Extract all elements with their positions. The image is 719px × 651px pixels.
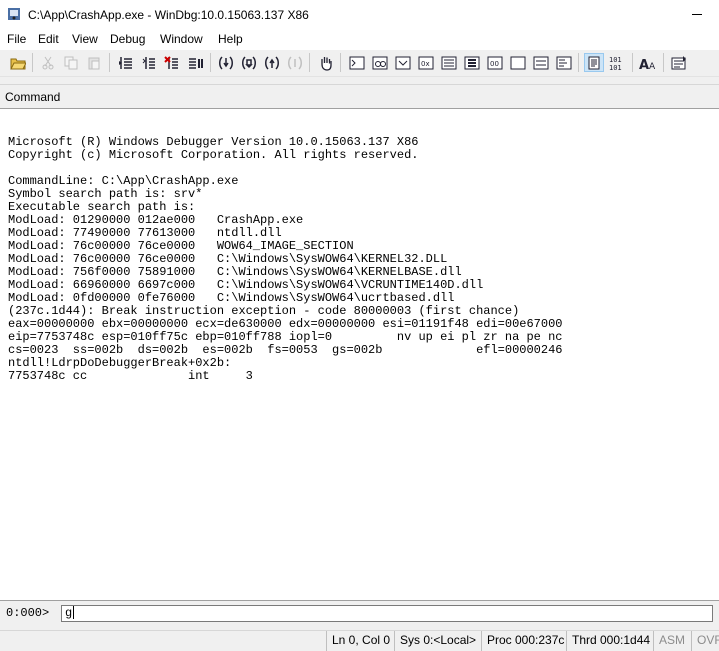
command-window-icon[interactable] bbox=[347, 53, 367, 72]
command-window-header: Command bbox=[0, 84, 719, 109]
options-icon[interactable] bbox=[669, 53, 689, 72]
windbg-app-icon bbox=[8, 8, 20, 20]
svg-text:A: A bbox=[649, 62, 656, 71]
svg-text:101: 101 bbox=[609, 56, 622, 64]
cut-icon[interactable] bbox=[38, 53, 58, 72]
font-icon[interactable]: AA bbox=[638, 53, 658, 72]
status-bar: Ln 0, Col 0 Sys 0:<Local> Proc 000:237c … bbox=[0, 630, 719, 651]
window-title: C:\App\CrashApp.exe - WinDbg:10.0.15063.… bbox=[28, 8, 309, 22]
source-mode-icon[interactable] bbox=[584, 53, 604, 72]
locals-window-icon[interactable] bbox=[393, 53, 413, 72]
hex-display-icon[interactable]: 101 101 bbox=[607, 53, 627, 72]
toolbar: 0x 00 101 101 AA bbox=[0, 50, 719, 77]
text-caret bbox=[73, 606, 75, 620]
restart-icon[interactable] bbox=[116, 53, 136, 72]
svg-text:101: 101 bbox=[609, 64, 622, 71]
paste-icon[interactable] bbox=[84, 53, 104, 72]
minimize-button[interactable] bbox=[684, 5, 714, 25]
call-stack-window-icon[interactable] bbox=[462, 53, 482, 72]
command-input-value: g bbox=[65, 606, 73, 620]
title-bar: C:\App\CrashApp.exe - WinDbg:10.0.15063.… bbox=[0, 0, 719, 30]
break-icon[interactable] bbox=[185, 53, 205, 72]
hand-icon[interactable] bbox=[316, 53, 336, 72]
command-input[interactable]: g bbox=[61, 605, 713, 622]
command-input-row: 0:000> g bbox=[0, 604, 719, 624]
processes-threads-icon[interactable] bbox=[531, 53, 551, 72]
disassembly-window-icon[interactable]: 00 bbox=[485, 53, 505, 72]
status-thrd: Thrd 000:1d44 bbox=[566, 631, 655, 651]
menu-bar: File Edit View Debug Window Help bbox=[0, 30, 719, 50]
command-output-pane[interactable]: Microsoft (R) Windows Debugger Version 1… bbox=[0, 108, 719, 601]
stop-debugging-icon[interactable] bbox=[139, 53, 159, 72]
svg-text:0x: 0x bbox=[421, 60, 430, 68]
open-icon[interactable] bbox=[8, 53, 28, 72]
command-prompt: 0:000> bbox=[6, 606, 50, 620]
menu-help[interactable]: Help bbox=[217, 32, 244, 46]
memory-window-icon[interactable] bbox=[439, 53, 459, 72]
scratch-pad-icon[interactable] bbox=[508, 53, 528, 72]
status-ovr: OVR bbox=[691, 631, 719, 651]
command-output-text: Microsoft (R) Windows Debugger Version 1… bbox=[8, 135, 563, 383]
copy-icon[interactable] bbox=[61, 53, 81, 72]
status-asm: ASM bbox=[653, 631, 690, 651]
run-to-cursor-icon[interactable] bbox=[285, 53, 305, 72]
svg-text:A: A bbox=[639, 58, 649, 71]
menu-file[interactable]: File bbox=[6, 32, 27, 46]
menu-edit[interactable]: Edit bbox=[37, 32, 60, 46]
command-window-title: Command bbox=[5, 90, 61, 104]
status-sys: Sys 0:<Local> bbox=[394, 631, 481, 651]
menu-window[interactable]: Window bbox=[159, 32, 204, 46]
step-into-icon[interactable] bbox=[216, 53, 236, 72]
watch-window-icon[interactable] bbox=[370, 53, 390, 72]
registers-window-icon[interactable]: 0x bbox=[416, 53, 436, 72]
step-over-icon[interactable] bbox=[239, 53, 259, 72]
detach-icon[interactable] bbox=[162, 53, 182, 72]
step-out-icon[interactable] bbox=[262, 53, 282, 72]
menu-view[interactable]: View bbox=[71, 32, 99, 46]
svg-text:00: 00 bbox=[490, 60, 499, 68]
menu-debug[interactable]: Debug bbox=[109, 32, 146, 46]
source-window-icon[interactable] bbox=[554, 53, 574, 72]
status-proc: Proc 000:237c bbox=[481, 631, 569, 651]
status-line-col: Ln 0, Col 0 bbox=[326, 631, 395, 651]
